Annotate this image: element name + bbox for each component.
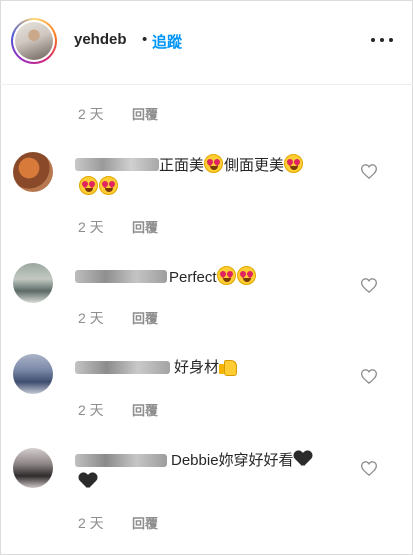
follow-button[interactable]: 追蹤	[152, 31, 182, 52]
author-avatar-image	[15, 22, 53, 60]
comment-text: Debbie妳穿好好看	[171, 451, 312, 471]
commenter-avatar[interactable]	[13, 354, 53, 394]
heart-eyes-emoji	[99, 176, 118, 195]
like-heart-icon[interactable]	[361, 164, 377, 179]
timestamp: 2 天	[78, 106, 104, 122]
black-heart-emoji	[294, 451, 312, 467]
comment-text: 正面美 側面更美	[159, 154, 304, 176]
commenter-username-blurred[interactable]	[75, 270, 167, 283]
heart-eyes-emoji	[284, 154, 304, 173]
comment-text: Perfect	[169, 266, 257, 288]
commenter-avatar[interactable]	[13, 448, 53, 488]
reply-button[interactable]: 回覆	[132, 104, 158, 123]
comment-text-wrap	[79, 473, 97, 493]
reply-button[interactable]: 回覆	[132, 308, 158, 327]
post-header: yehdeb • 追蹤	[0, 0, 413, 85]
reply-button[interactable]: 回覆	[132, 513, 158, 532]
commenter-avatar[interactable]	[13, 263, 53, 303]
heart-eyes-emoji	[204, 154, 224, 173]
author-avatar[interactable]	[11, 18, 57, 64]
like-heart-icon[interactable]	[361, 461, 377, 476]
heart-eyes-emoji	[236, 266, 256, 285]
like-heart-icon[interactable]	[361, 278, 377, 293]
heart-eyes-emoji	[216, 266, 236, 285]
commenter-username-blurred[interactable]	[75, 158, 159, 171]
comment-text: 好身材	[174, 357, 238, 378]
author-username[interactable]: yehdeb	[74, 31, 127, 48]
more-options-icon[interactable]	[371, 29, 393, 49]
separator-dot: •	[142, 31, 148, 48]
thumbs-up-emoji	[219, 357, 238, 376]
black-heart-emoji	[79, 473, 97, 489]
reply-button[interactable]: 回覆	[132, 217, 158, 236]
timestamp: 2 天	[78, 219, 104, 235]
like-heart-icon[interactable]	[361, 369, 377, 384]
commenter-username-blurred[interactable]	[75, 361, 170, 374]
commenter-avatar[interactable]	[13, 152, 53, 192]
heart-eyes-emoji	[79, 176, 98, 195]
reply-button[interactable]: 回覆	[132, 400, 158, 419]
comment-text-wrap	[79, 176, 119, 198]
commenter-username-blurred[interactable]	[75, 454, 167, 467]
timestamp: 2 天	[78, 310, 104, 326]
timestamp: 2 天	[78, 515, 104, 531]
timestamp: 2 天	[78, 402, 104, 418]
